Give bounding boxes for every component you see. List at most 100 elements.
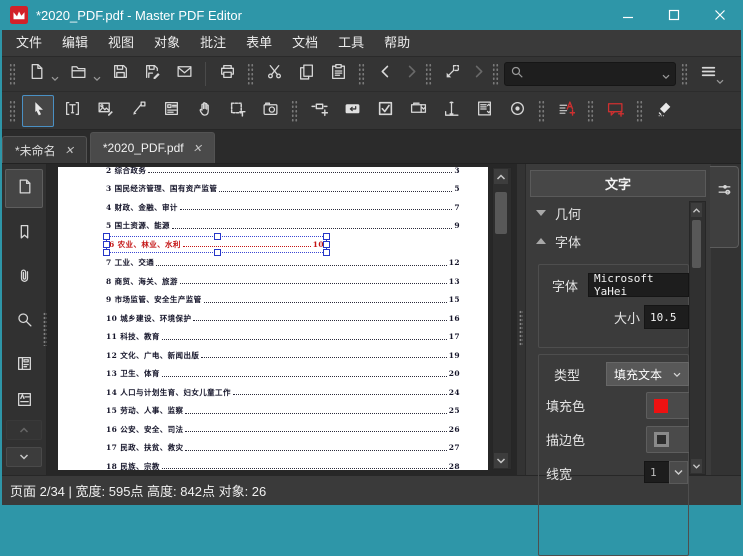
- toc-row[interactable]: 8 商贸、海关、旅游 13: [58, 272, 488, 291]
- select-text-area-tool-button[interactable]: [222, 96, 252, 126]
- edit-forms-tool-button[interactable]: [156, 96, 186, 126]
- toc-row[interactable]: 16 公安、安全、司法 26: [58, 420, 488, 439]
- toolbar-grip[interactable]: [587, 99, 594, 122]
- toc-row[interactable]: 3 国民经济管理、国有资产监管 5: [58, 180, 488, 199]
- paste-button[interactable]: [323, 60, 353, 88]
- toolbar-grip[interactable]: [291, 99, 298, 122]
- scroll-down-icon[interactable]: [691, 459, 702, 473]
- menu-item-编辑[interactable]: 编辑: [52, 30, 98, 56]
- close-tab-icon[interactable]: ✕: [193, 142, 202, 155]
- radio-button-tool-button[interactable]: [502, 96, 532, 126]
- toolbar-grip[interactable]: [636, 99, 643, 122]
- save-as-button[interactable]: [137, 60, 167, 88]
- selection-handle[interactable]: [213, 232, 221, 240]
- snapshot-tool-button[interactable]: [255, 96, 285, 126]
- signatures-panel-button[interactable]: [6, 391, 42, 413]
- toc-row[interactable]: 10 城乡建设、环境保护 16: [58, 309, 488, 328]
- close-button[interactable]: [697, 0, 743, 30]
- scrollbar-thumb[interactable]: [495, 192, 507, 234]
- toolbar-grip[interactable]: [358, 63, 365, 85]
- add-sticky-note-button[interactable]: [600, 96, 630, 126]
- toc-row[interactable]: 6 农业、林业、水利 10: [58, 232, 488, 256]
- toolbar-grip[interactable]: [681, 63, 688, 85]
- selection-handle[interactable]: [213, 248, 221, 256]
- checkbox-tool-button[interactable]: [370, 96, 400, 126]
- scroll-down-icon[interactable]: [494, 453, 508, 468]
- print-button[interactable]: [212, 60, 242, 88]
- selected-text-object[interactable]: 6 农业、林业、水利 10: [103, 232, 330, 256]
- menu-item-对象[interactable]: 对象: [144, 30, 190, 56]
- push-button-tool-button[interactable]: [337, 96, 367, 126]
- overflow-arrow-button[interactable]: [469, 60, 487, 88]
- line-width-spinner[interactable]: [669, 461, 688, 484]
- edit-text-tool-button[interactable]: [57, 96, 87, 126]
- add-text-annotation-button[interactable]: [551, 96, 581, 126]
- menu-item-视图[interactable]: 视图: [98, 30, 144, 56]
- selection-handle[interactable]: [103, 248, 110, 256]
- sidebar-scroll-down-button[interactable]: [6, 447, 42, 467]
- chevron-down-icon[interactable]: [662, 67, 670, 85]
- panel-scrollbar[interactable]: [689, 201, 706, 475]
- search-box[interactable]: [504, 62, 676, 86]
- toc-row[interactable]: 2 综合政务 3: [58, 167, 488, 180]
- toolbar-grip[interactable]: [247, 63, 254, 85]
- toc-row[interactable]: 17 民政、扶贫、救灾 27: [58, 439, 488, 458]
- toc-row[interactable]: 11 科技、教育 17: [58, 328, 488, 347]
- new-document-button[interactable]: [21, 60, 51, 88]
- menu-item-文件[interactable]: 文件: [6, 30, 52, 56]
- toc-row[interactable]: 14 人口与计划生育、妇女儿童工作 24: [58, 383, 488, 402]
- bookmarks-panel-button[interactable]: [6, 215, 42, 252]
- menu-item-帮助[interactable]: 帮助: [374, 30, 420, 56]
- properties-panel-tab[interactable]: [710, 166, 739, 248]
- maximize-button[interactable]: [651, 0, 697, 30]
- thumbnails-panel-button[interactable]: [5, 169, 43, 208]
- edit-path-tool-button[interactable]: [123, 96, 153, 126]
- splitter-grip[interactable]: [519, 310, 523, 346]
- selection-handle[interactable]: [103, 241, 110, 249]
- toc-row[interactable]: 5 国土资源、能源 9: [58, 217, 488, 236]
- toc-row[interactable]: 18 民族、宗教 28: [58, 457, 488, 470]
- menu-item-文档[interactable]: 文档: [282, 30, 328, 56]
- scroll-up-icon[interactable]: [494, 169, 508, 184]
- tab-2020-pdf[interactable]: *2020_PDF.pdf ✕: [89, 132, 215, 163]
- edit-image-tool-button[interactable]: [90, 96, 120, 126]
- tab-untitled[interactable]: *未命名 ✕: [2, 136, 87, 163]
- open-file-button[interactable]: [63, 60, 93, 88]
- combo-box-tool-button[interactable]: [403, 96, 433, 126]
- selection-handle[interactable]: [103, 232, 110, 240]
- main-menu-button[interactable]: [693, 60, 724, 88]
- toc-row[interactable]: 13 卫生、体育 20: [58, 365, 488, 384]
- nav-back-button[interactable]: [370, 60, 400, 88]
- toolbar-grip[interactable]: [9, 63, 16, 85]
- panel-splitter[interactable]: [517, 164, 525, 475]
- toc-row[interactable]: 15 劳动、人事、监察 25: [58, 402, 488, 421]
- hand-tool-button[interactable]: [189, 96, 219, 126]
- list-box-tool-button[interactable]: [469, 96, 499, 126]
- section-geometry[interactable]: 几何: [536, 202, 581, 224]
- selection-handle[interactable]: [323, 248, 330, 256]
- selection-handle[interactable]: [323, 241, 330, 249]
- chevron-down-icon[interactable]: [51, 69, 59, 87]
- toc-row[interactable]: 12 文化、广电、新闻出版 19: [58, 346, 488, 365]
- toc-row[interactable]: 4 财政、金融、审计 7: [58, 198, 488, 217]
- type-dropdown[interactable]: 填充文本: [606, 362, 689, 386]
- document-scrollbar[interactable]: [492, 167, 512, 470]
- menu-item-工具[interactable]: 工具: [328, 30, 374, 56]
- text-field-tool-button[interactable]: [436, 96, 466, 126]
- menu-item-批注[interactable]: 批注: [190, 30, 236, 56]
- toc-row[interactable]: 7 工业、交通 12: [58, 254, 488, 273]
- font-name-input[interactable]: Microsoft YaHei: [588, 272, 689, 298]
- search-input[interactable]: [528, 66, 658, 82]
- add-link-tool-button[interactable]: [304, 96, 334, 126]
- save-button[interactable]: [105, 60, 135, 88]
- form-fields-panel-button[interactable]: [6, 347, 42, 384]
- toolbar-grip[interactable]: [425, 63, 432, 85]
- scrollbar-thumb[interactable]: [692, 220, 701, 268]
- close-tab-icon[interactable]: ✕: [65, 144, 74, 157]
- fit-selection-button[interactable]: [437, 60, 467, 88]
- marker-tool-button[interactable]: [649, 96, 679, 126]
- select-tool-button[interactable]: [22, 94, 54, 127]
- nav-forward-button[interactable]: [402, 60, 420, 88]
- attachments-panel-button[interactable]: [6, 259, 42, 296]
- section-font[interactable]: 字体: [536, 230, 581, 252]
